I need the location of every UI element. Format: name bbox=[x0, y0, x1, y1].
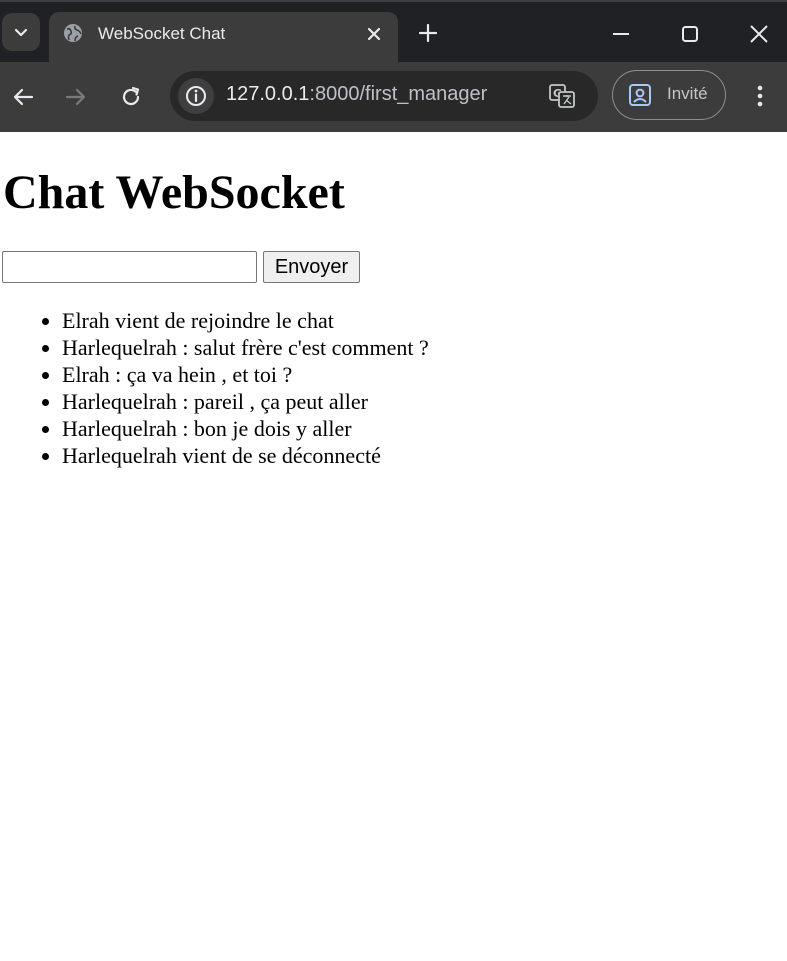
message-item: Harlequelrah vient de se déconnecté bbox=[62, 442, 429, 469]
messages-list: Elrah vient de rejoindre le chat Harlequ… bbox=[22, 307, 429, 469]
url-host: 127.0.0.1 bbox=[226, 83, 310, 105]
globe-icon bbox=[64, 24, 82, 42]
profile-label: Invité bbox=[667, 84, 708, 103]
more-vert-icon[interactable] bbox=[750, 82, 770, 110]
info-icon bbox=[186, 86, 206, 106]
active-tab[interactable]: WebSocket Chat bbox=[49, 12, 398, 64]
minimize-icon[interactable] bbox=[609, 22, 633, 46]
url-text[interactable]: 127.0.0.1:8000/first_manager bbox=[226, 83, 487, 106]
forward-arrow-icon[interactable] bbox=[63, 84, 89, 110]
tab-search-button[interactable] bbox=[2, 13, 40, 51]
address-bar[interactable]: 127.0.0.1:8000/first_manager G bbox=[170, 71, 598, 121]
close-icon[interactable] bbox=[365, 25, 383, 43]
message-item: Harlequelrah : salut frère c'est comment… bbox=[62, 334, 429, 361]
tab-title: WebSocket Chat bbox=[98, 24, 226, 43]
message-item: Elrah vient de rejoindre le chat bbox=[62, 307, 429, 334]
message-item: Elrah : ça va hein , et toi ? bbox=[62, 361, 429, 388]
site-info-button[interactable] bbox=[178, 78, 214, 114]
message-input[interactable] bbox=[2, 251, 257, 283]
send-button[interactable]: Envoyer bbox=[263, 251, 360, 283]
window-close-icon[interactable] bbox=[747, 22, 771, 46]
maximize-icon[interactable] bbox=[678, 22, 702, 46]
plus-icon[interactable] bbox=[417, 22, 439, 44]
translate-icon[interactable]: G bbox=[548, 83, 576, 109]
tab-strip: WebSocket Chat bbox=[0, 0, 787, 64]
back-arrow-icon[interactable] bbox=[10, 84, 36, 110]
profile-icon bbox=[629, 84, 651, 106]
message-item: Harlequelrah : pareil , ça peut aller bbox=[62, 388, 429, 415]
reload-icon[interactable] bbox=[118, 84, 144, 110]
page-title: Chat WebSocket bbox=[3, 166, 345, 219]
url-path: :8000/first_manager bbox=[309, 83, 488, 105]
message-item: Harlequelrah : bon je dois y aller bbox=[62, 415, 429, 442]
profile-button[interactable]: Invité bbox=[612, 70, 726, 120]
browser-toolbar: 127.0.0.1:8000/first_manager G Invité bbox=[0, 62, 787, 132]
chevron-down-icon bbox=[14, 28, 28, 37]
